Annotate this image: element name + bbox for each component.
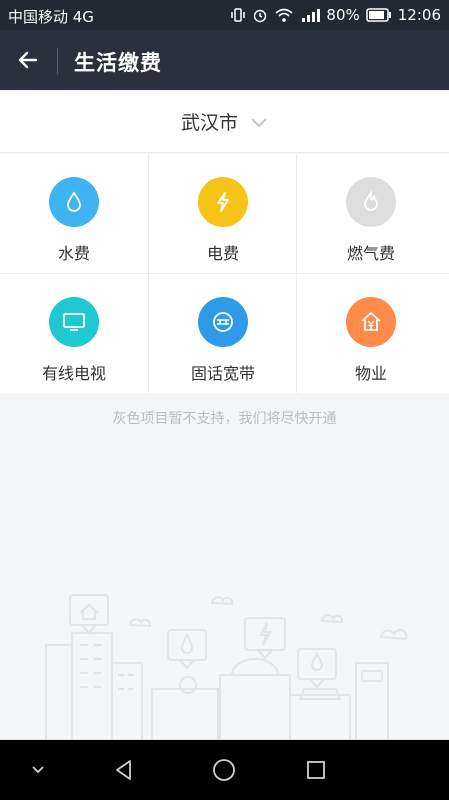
- service-label: 物业: [354, 364, 387, 383]
- page-title: 生活缴费: [74, 51, 162, 75]
- back-button[interactable]: [12, 44, 44, 76]
- tv-icon: [49, 297, 99, 347]
- system-nav-bar: [0, 740, 449, 800]
- service-label: 固话宽带: [190, 364, 255, 383]
- nav-recents-button[interactable]: [300, 754, 332, 786]
- clock-time: 12:06: [397, 6, 441, 24]
- service-electricity[interactable]: 电费: [149, 154, 297, 273]
- battery-percent: 80%: [326, 6, 360, 24]
- flame-icon: [346, 177, 396, 227]
- city-name: 武汉市: [180, 112, 238, 134]
- service-label: 水费: [57, 244, 90, 263]
- square-recents-icon: [307, 761, 325, 779]
- service-gas[interactable]: 燃气费: [297, 154, 445, 273]
- service-label: 有线电视: [41, 364, 106, 383]
- water-drop-icon: [49, 177, 99, 227]
- property-house-icon: [346, 297, 396, 347]
- status-icons: 80% 12:06: [230, 6, 441, 24]
- chevron-down-icon: [250, 113, 268, 132]
- signal-icon: [300, 7, 321, 23]
- service-cable-tv[interactable]: 有线电视: [0, 274, 148, 393]
- nav-back-button[interactable]: [108, 754, 140, 786]
- chevron-down-icon: [32, 766, 44, 774]
- service-label: 电费: [206, 244, 239, 263]
- service-label: 燃气费: [346, 244, 395, 263]
- service-water[interactable]: 水费: [0, 154, 148, 273]
- carrier-label: 中国移动 4G: [8, 8, 94, 26]
- lightning-icon: [198, 177, 248, 227]
- service-broadband[interactable]: 固话宽带: [149, 274, 297, 393]
- alarm-icon: [252, 7, 268, 23]
- triangle-back-icon: [116, 760, 131, 780]
- unsupported-notice: 灰色项目暂不支持，我们将尽快开通: [112, 411, 337, 427]
- nav-home-button[interactable]: [208, 754, 240, 786]
- status-bar: 中国移动 4G 80% 12:06: [0, 0, 449, 30]
- city-selector[interactable]: 武汉市: [0, 91, 449, 153]
- service-property[interactable]: 物业: [297, 274, 445, 393]
- circle-home-icon: [213, 759, 235, 781]
- app-bar: 生活缴费: [0, 30, 449, 90]
- vibrate-icon: [230, 7, 246, 23]
- header-divider: [57, 48, 58, 74]
- cityscape-illustration: [0, 585, 449, 742]
- phone-broadband-icon: [198, 297, 248, 347]
- service-grid: 水费 电费 燃气费 有线电视 固话宽带 物业: [0, 154, 449, 393]
- wifi-icon: [274, 7, 294, 23]
- back-arrow-icon: [18, 51, 38, 69]
- battery-icon: [366, 8, 392, 22]
- hide-nav-button[interactable]: [22, 754, 54, 786]
